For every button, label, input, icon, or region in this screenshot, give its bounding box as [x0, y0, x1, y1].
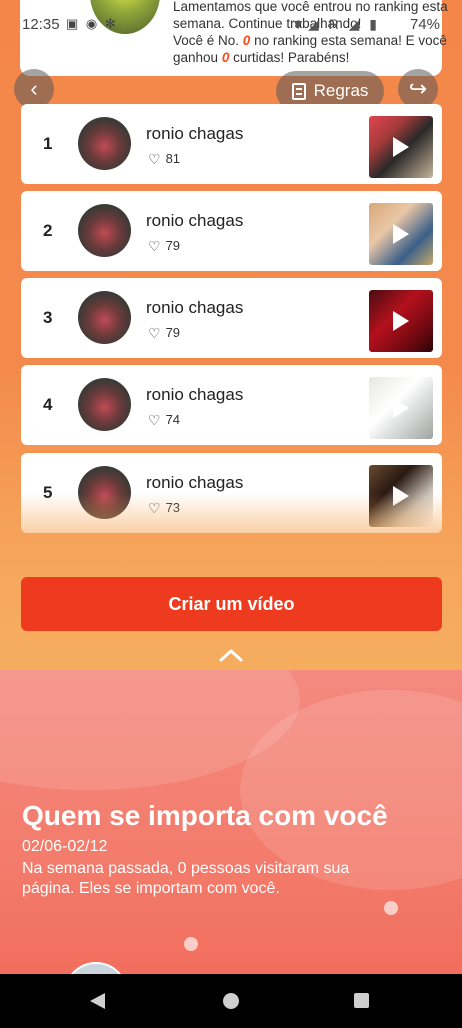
ranking-item[interactable]: 5 ronio chagas ♡ 73	[21, 453, 442, 533]
care-description: Na semana passada, 0 pessoas visitaram s…	[22, 860, 350, 897]
chevron-up-icon[interactable]	[219, 648, 243, 662]
heart-icon: ♡	[148, 150, 161, 167]
rank-number: 2	[43, 221, 53, 240]
heart-icon: ♡	[148, 324, 161, 341]
avatar[interactable]	[78, 117, 131, 170]
avatar[interactable]	[78, 291, 131, 344]
nav-recents-icon[interactable]	[354, 993, 369, 1008]
ranking-item[interactable]: 4 ronio chagas ♡ 74	[21, 365, 442, 445]
video-thumbnail[interactable]	[369, 290, 433, 352]
user-name: ronio chagas	[146, 473, 244, 492]
care-date-range: 02/06-02/12	[22, 838, 108, 855]
user-name: ronio chagas	[146, 385, 244, 404]
care-section-title: Quem se importa com você	[22, 800, 388, 831]
video-thumbnail[interactable]	[369, 377, 433, 439]
avatar[interactable]	[78, 378, 131, 431]
share-icon: ↪	[408, 76, 428, 101]
navigation-bar	[0, 974, 462, 1028]
decorative-dot	[384, 901, 398, 915]
video-thumbnail[interactable]	[369, 116, 433, 178]
list-fade-overlay	[21, 493, 442, 533]
rules-label: Regras	[313, 81, 369, 100]
rank-number: 4	[43, 395, 53, 414]
play-icon	[393, 398, 409, 418]
ranking-item[interactable]: 1 ronio chagas ♡ 81	[21, 104, 442, 184]
rank-number: 1	[43, 134, 53, 153]
battery-level: 74%	[409, 16, 440, 33]
ranking-item[interactable]: 3 ronio chagas ♡ 79	[21, 278, 442, 358]
nav-back-icon[interactable]	[90, 993, 105, 1009]
heart-icon: ♡	[148, 237, 161, 254]
like-count: ♡ 79	[148, 324, 181, 341]
play-icon	[393, 224, 409, 244]
like-count: ♡ 74	[148, 411, 181, 428]
ranking-message-card: Lamentamos que você entrou no ranking es…	[20, 0, 448, 76]
avatar[interactable]	[78, 204, 131, 257]
notification-icons: ▣ ◉ ✻	[66, 16, 118, 31]
status-bar: 12:35 ▣ ◉ ✻ ▼◢ R ◢ ▮ 74%	[0, 14, 462, 38]
document-icon	[291, 82, 306, 100]
nav-home-icon[interactable]	[223, 993, 239, 1009]
decorative-dot	[184, 937, 198, 951]
like-count: ♡ 79	[148, 237, 181, 254]
user-name: ronio chagas	[146, 124, 244, 143]
create-video-button[interactable]: Criar um vídeo	[21, 577, 442, 631]
play-icon	[393, 137, 409, 157]
share-button[interactable]: ↪	[398, 69, 438, 109]
heart-icon: ♡	[148, 411, 161, 428]
back-button[interactable]: ‹	[14, 69, 54, 109]
rank-number: 3	[43, 308, 53, 327]
ranking-item[interactable]: 2 ronio chagas ♡ 79	[21, 191, 442, 271]
like-count: ♡ 81	[148, 150, 181, 167]
video-thumbnail[interactable]	[369, 203, 433, 265]
signal-icons: ▼◢ R ◢ ▮	[291, 16, 380, 32]
user-name: ronio chagas	[146, 298, 244, 317]
user-name: ronio chagas	[146, 211, 244, 230]
status-time: 12:35	[22, 16, 60, 33]
chevron-left-icon: ‹	[30, 76, 38, 101]
play-icon	[393, 311, 409, 331]
